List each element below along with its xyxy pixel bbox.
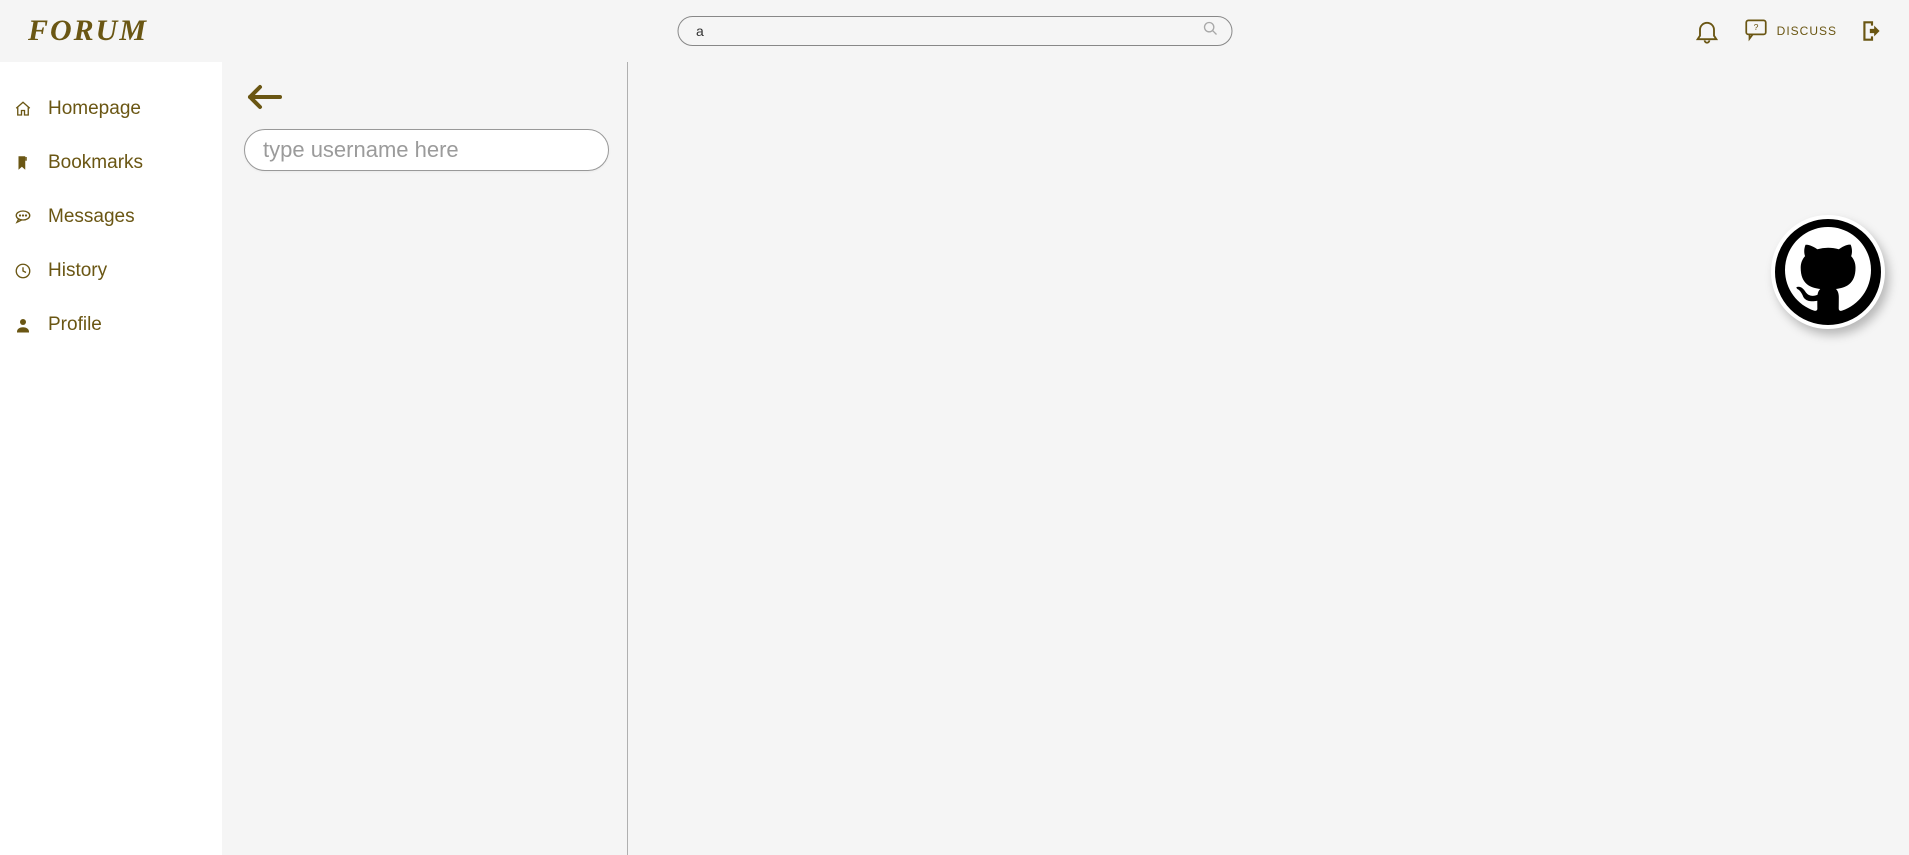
github-link[interactable] xyxy=(1771,215,1885,329)
sidebar-item-messages[interactable]: Messages xyxy=(0,190,222,244)
discuss-label: DISCUSS xyxy=(1777,24,1837,38)
history-icon xyxy=(12,262,34,280)
sidebar-item-label: Homepage xyxy=(48,98,141,120)
sidebar-item-homepage[interactable]: Homepage xyxy=(0,82,222,136)
home-icon xyxy=(12,100,34,118)
sidebar-item-profile[interactable]: Profile xyxy=(0,298,222,352)
messages-conversation-panel xyxy=(628,62,1909,855)
global-search xyxy=(677,16,1232,46)
sidebar-item-label: History xyxy=(48,260,107,282)
arrow-left-icon xyxy=(244,97,284,114)
sidebar: Homepage Bookmarks Messages xyxy=(0,62,222,855)
discuss-button[interactable]: ? DISCUSS xyxy=(1743,16,1837,47)
messages-icon xyxy=(12,208,34,226)
logout-icon[interactable] xyxy=(1859,18,1885,44)
sidebar-item-bookmarks[interactable]: Bookmarks xyxy=(0,136,222,190)
sidebar-item-label: Messages xyxy=(48,206,135,228)
header: FORUM ? xyxy=(0,0,1909,62)
bookmark-icon xyxy=(12,154,34,172)
app-logo[interactable]: FORUM xyxy=(28,14,148,48)
sidebar-item-label: Bookmarks xyxy=(48,152,143,174)
header-actions: ? DISCUSS xyxy=(1693,0,1885,62)
svg-text:?: ? xyxy=(1753,22,1758,32)
notifications-icon[interactable] xyxy=(1693,17,1721,45)
sidebar-item-history[interactable]: History xyxy=(0,244,222,298)
discuss-icon: ? xyxy=(1743,16,1769,47)
username-search-input[interactable] xyxy=(244,129,609,171)
main-content xyxy=(222,62,1909,855)
back-button[interactable] xyxy=(244,84,284,115)
search-input[interactable] xyxy=(677,16,1232,46)
sidebar-item-label: Profile xyxy=(48,314,102,336)
github-icon xyxy=(1785,227,1871,318)
messages-user-panel xyxy=(222,62,628,855)
user-icon xyxy=(12,316,34,334)
app-root: FORUM ? xyxy=(0,0,1909,855)
